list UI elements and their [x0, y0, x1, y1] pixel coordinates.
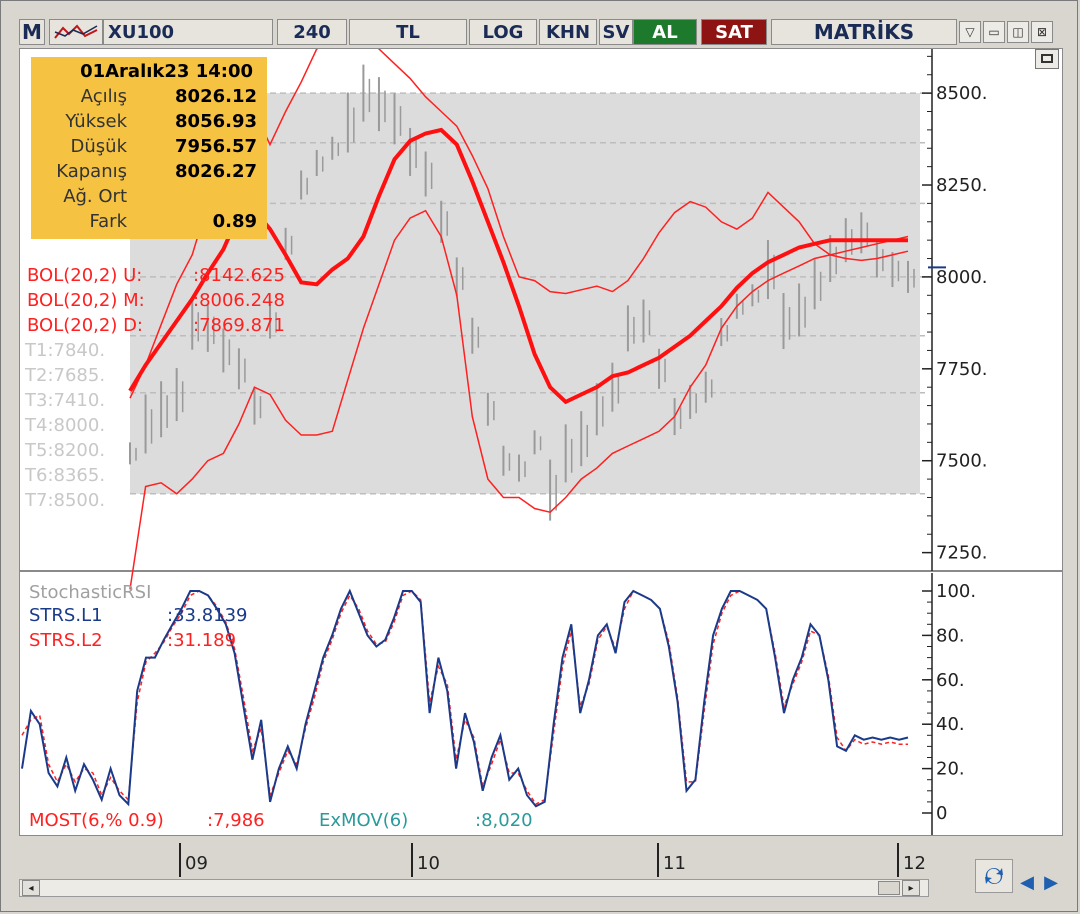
- infobox-value: 7956.57: [175, 136, 257, 157]
- infobox-value: 0.89: [212, 211, 257, 232]
- infobox-value: 8056.93: [175, 111, 257, 132]
- most-legend: MOST(6,% 0.9) :7,986: [29, 810, 265, 831]
- infobox-value: 8026.27: [175, 161, 257, 182]
- scroll-left-icon[interactable]: ◂: [22, 880, 40, 896]
- scroll-right-icon[interactable]: ▸: [902, 880, 920, 896]
- bol-middle-value: :8006.248: [193, 290, 285, 311]
- target-level-label: T7:8500.: [25, 490, 106, 511]
- strs-l2-line: [21, 589, 908, 806]
- bol-upper-legend: BOL(20,2) U: :8142.625: [27, 265, 285, 286]
- strs-l2-value: :31.189: [167, 630, 237, 651]
- x-tick: 09: [185, 853, 208, 874]
- bol-upper-value: :8142.625: [193, 265, 285, 286]
- bol-lower-value: :7869.871: [193, 315, 285, 336]
- brand-label: MATRİKS: [771, 19, 957, 45]
- price-tick-label: 8250.: [936, 175, 988, 196]
- chart-window: M XU100 240 TL LOG KHN SV AL SAT MATRİKS…: [0, 0, 1078, 912]
- scroll-back-icon[interactable]: ◀: [1017, 871, 1037, 893]
- infobox-row: Fark 0.89: [31, 211, 267, 236]
- most-value: :7,986: [207, 810, 265, 831]
- buy-button[interactable]: AL: [633, 19, 697, 45]
- target-level-label: T5:8200.: [25, 440, 106, 461]
- osc-tick-label: 0: [936, 803, 947, 824]
- infobox-label: Açılış: [80, 86, 127, 107]
- ohlc-infobox: 01Aralık23 14:00 Açılış 8026.12 Yüksek 8056…: [31, 57, 267, 239]
- price-tick-label: 8500.: [936, 83, 988, 104]
- strs-l2-label: STRS.L2: [29, 630, 103, 651]
- strs-l2-legend: STRS.L2 :31.189: [29, 630, 236, 651]
- bol-lower-legend: BOL(20,2) D: :7869.871: [27, 315, 285, 336]
- infobox-row: Kapanış 8026.27: [31, 161, 267, 186]
- infobox-label: Fark: [89, 211, 127, 232]
- bol-upper-label: BOL(20,2) U:: [27, 265, 143, 286]
- target-level-label: T3:7410.: [25, 390, 106, 411]
- infobox-row: Düşük 7956.57: [31, 136, 267, 161]
- scroll-thumb[interactable]: [878, 881, 900, 895]
- strs-l1-value: :33.8139: [167, 605, 248, 626]
- toolbar: M XU100 240 TL LOG KHN SV AL SAT MATRİKS…: [15, 19, 1065, 47]
- x-tick: 12: [903, 853, 926, 874]
- infobox-label: Yüksek: [65, 111, 127, 132]
- osc-tick-label: 40.: [936, 714, 965, 735]
- exmov-value: :8,020: [475, 810, 533, 831]
- period-button[interactable]: 240: [277, 19, 347, 45]
- price-tick-label: 7500.: [936, 451, 988, 472]
- osc-tick-label: 60.: [936, 670, 965, 691]
- target-level-label: T4:8000.: [25, 415, 106, 436]
- infobox-row: Açılış 8026.12: [31, 86, 267, 111]
- most-label: MOST(6,% 0.9): [29, 810, 164, 831]
- bol-middle-legend: BOL(20,2) M: :8006.248: [27, 290, 285, 311]
- matriks-logo-button[interactable]: M: [19, 19, 45, 45]
- chart-type-icon[interactable]: [49, 19, 103, 45]
- price-tick-label: 7750.: [936, 359, 988, 380]
- osc-title: StochasticRSI: [29, 582, 152, 603]
- target-level-label: T1:7840.: [25, 340, 106, 361]
- sell-button[interactable]: SAT: [701, 19, 767, 45]
- minimize-icon[interactable]: ▭: [983, 21, 1005, 43]
- osc-tick-label: 100.: [936, 581, 976, 602]
- symbol-field[interactable]: XU100: [103, 19, 273, 45]
- infobox-row: Ağ. Ort: [31, 186, 267, 211]
- osc-tick-label: 80.: [936, 625, 965, 646]
- sv-button[interactable]: SV: [599, 19, 633, 45]
- x-tick: 11: [663, 853, 686, 874]
- x-axis: 09 10 11 12: [19, 837, 1063, 885]
- refresh-icon[interactable]: [975, 859, 1013, 893]
- exmov-label: ExMOV(6): [319, 810, 409, 831]
- currency-button[interactable]: TL: [349, 19, 467, 45]
- infobox-label: Düşük: [70, 136, 127, 157]
- osc-tick-label: 20.: [936, 759, 965, 780]
- price-tick-label: 7250.: [936, 543, 988, 564]
- khn-button[interactable]: KHN: [539, 19, 597, 45]
- close-icon[interactable]: ⊠: [1031, 21, 1053, 43]
- horizontal-scrollbar[interactable]: ◂ ▸: [19, 879, 929, 897]
- restore-icon[interactable]: ◫: [1007, 21, 1029, 43]
- infobox-value: 8026.12: [175, 86, 257, 107]
- panel-toggle-icon[interactable]: [1035, 49, 1059, 69]
- dropdown-icon[interactable]: ▽: [959, 21, 981, 43]
- log-button[interactable]: LOG: [469, 19, 537, 45]
- target-level-label: T6:8365.: [25, 465, 106, 486]
- target-level-label: T2:7685.: [25, 365, 106, 386]
- bol-lower-label: BOL(20,2) D:: [27, 315, 143, 336]
- strs-l1-line: [21, 588, 909, 808]
- scroll-forward-icon[interactable]: ▶: [1041, 871, 1061, 893]
- price-tick-label: 8000.: [936, 267, 988, 288]
- strs-l1-label: STRS.L1: [29, 605, 103, 626]
- strs-l1-legend: STRS.L1 :33.8139: [29, 605, 248, 626]
- x-tick: 10: [417, 853, 440, 874]
- exmov-legend: ExMOV(6) :8,020: [319, 810, 533, 831]
- infobox-label: Kapanış: [56, 161, 127, 182]
- infobox-label: Ağ. Ort: [63, 186, 127, 207]
- bol-middle-label: BOL(20,2) M:: [27, 290, 145, 311]
- infobox-row: Yüksek 8056.93: [31, 111, 267, 136]
- infobox-date: 01Aralık23 14:00: [80, 61, 253, 82]
